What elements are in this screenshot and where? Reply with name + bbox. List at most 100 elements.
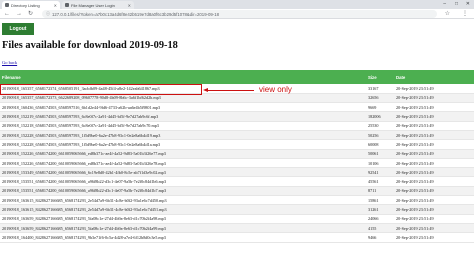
file-date: 20-Sep-2019 23:51:49	[394, 102, 474, 113]
file-size: 15861	[366, 195, 394, 206]
table-row: 20190918_153551_6568174200_6610059065666…	[0, 186, 474, 197]
page-title: Files available for download 2019-09-18	[2, 40, 178, 51]
table-row: 20190918_152218_6568174503_6568597593_6c…	[0, 121, 474, 132]
file-link[interactable]: 20190918_164400_8428627166685_6568174293…	[0, 232, 366, 243]
file-date: 20-Sep-2019 23:51:49	[394, 204, 474, 215]
file-link[interactable]: 20190918_153551_6568174200_6610059065666…	[0, 186, 366, 197]
file-link[interactable]: 20190918_152226_6568174200_6610059065666…	[0, 158, 366, 169]
file-size: 50061	[366, 149, 394, 159]
table-row: 20190918_160436_6568174503_6568597516_6b…	[0, 102, 474, 113]
file-date: 20-Sep-2019 23:51:49	[394, 93, 474, 104]
url-text: 127.0.0.1/files/?token=a7b0c13a4d6f8e42b…	[52, 11, 220, 17]
file-link[interactable]: 20190918_152226_6568174200_6610059065666…	[0, 149, 366, 159]
table-row: 20190918_153551_6568174200_6610059065666…	[0, 176, 474, 187]
column-header-size[interactable]: Size	[366, 70, 394, 84]
maximize-icon[interactable]: □	[455, 1, 458, 7]
table-row: 20190918_163659_8428627166685_6568174293…	[0, 214, 474, 224]
file-size: 24066	[366, 214, 394, 224]
table-row: 20190918_153349_6568174200_6610059065666…	[0, 167, 474, 178]
go-back-link[interactable]: Go back	[2, 60, 17, 65]
column-header-date[interactable]: Date	[394, 70, 474, 84]
tab-title: Directory Listing	[11, 2, 40, 8]
file-date: 20-Sep-2019 23:51:49	[394, 84, 474, 94]
table-row: 20190918_165357_6568172374_6568505191_3a…	[0, 84, 474, 94]
minimize-icon[interactable]: –	[443, 1, 446, 7]
close-icon[interactable]: ✕	[128, 3, 131, 8]
file-date: 20-Sep-2019 23:51:49	[394, 149, 474, 159]
page-favicon-icon	[65, 3, 69, 7]
file-link[interactable]: 20190918_153349_6568174200_6610059065666…	[0, 167, 366, 178]
file-link[interactable]: 20190918_163615_8428627166685_6568174293…	[0, 204, 366, 215]
tab-title: File Manager User Login	[71, 2, 115, 8]
file-date: 20-Sep-2019 23:51:49	[394, 232, 474, 243]
file-date: 20-Sep-2019 23:51:49	[394, 121, 474, 132]
logout-button[interactable]: Logout	[2, 23, 34, 35]
file-size: 9669	[366, 102, 394, 113]
bookmark-star-icon[interactable]: ☆	[445, 10, 450, 18]
file-date: 20-Sep-2019 23:51:49	[394, 158, 474, 169]
table-row: 20190918_152228_6568174503_6568597593_1f…	[0, 139, 474, 150]
file-link[interactable]: 20190918_152219_6568174503_6568597593_6c…	[0, 111, 366, 122]
window-close-icon[interactable]: ✕	[466, 1, 470, 7]
tab-file-manager-login[interactable]: File Manager User Login ✕	[62, 1, 134, 9]
browser-toolbar: ← → ↻ ⓘ 127.0.0.1/files/?token=a7b0c13a4…	[0, 9, 474, 19]
table-row: 20190918_152228_6568174503_6568597593_1f…	[0, 130, 474, 141]
table-row: 20190918_164400_8428627166685_6568174293…	[0, 232, 474, 243]
file-link[interactable]: 20190918_152218_6568174503_6568597593_6c…	[0, 121, 366, 132]
arrow-left-icon	[203, 88, 208, 92]
file-link[interactable]: 20190918_152228_6568174503_6568597593_1f…	[0, 139, 366, 150]
forward-arrow-icon[interactable]: →	[16, 10, 22, 18]
reload-icon[interactable]: ↻	[28, 10, 33, 18]
file-size: 10106	[366, 158, 394, 169]
browser-menu-icon[interactable]: ⋮	[462, 10, 468, 18]
file-date: 20-Sep-2019 23:51:49	[394, 139, 474, 150]
file-date: 20-Sep-2019 23:51:49	[394, 214, 474, 224]
address-bar[interactable]: ⓘ 127.0.0.1/files/?token=a7b0c13a4d6f8e4…	[42, 10, 437, 18]
files-table: Filename Size Date 20190918_165357_65681…	[0, 70, 474, 243]
file-link[interactable]: 20190918_165357_6568172373_6622689208_09…	[0, 93, 366, 104]
file-date: 20-Sep-2019 23:51:49	[394, 176, 474, 187]
file-link[interactable]: 20190918_153551_6568174200_6610059065666…	[0, 176, 366, 187]
annotation-arrow	[206, 90, 254, 91]
file-link[interactable]: 20190918_163659_8428627166685_6568174293…	[0, 214, 366, 224]
table-row: 20190918_163615_8428627166685_6568174293…	[0, 195, 474, 206]
file-link[interactable]: 20190918_163615_8428627166685_6568174293…	[0, 195, 366, 206]
file-date: 20-Sep-2019 23:51:49	[394, 130, 474, 141]
table-row: 20190918_152219_6568174503_6568597593_6c…	[0, 111, 474, 122]
table-header-row: Filename Size Date	[0, 70, 474, 84]
file-size: 9466	[366, 232, 394, 243]
file-size: 25530	[366, 121, 394, 132]
file-link[interactable]: 20190918_163659_8428627166685_6568174293…	[0, 223, 366, 234]
file-date: 20-Sep-2019 23:51:49	[394, 111, 474, 122]
file-size: 60008	[366, 139, 394, 150]
info-icon[interactable]: ⓘ	[46, 11, 50, 17]
table-row: 20190918_165357_6568172373_6622689208_09…	[0, 93, 474, 104]
file-size: 45561	[366, 176, 394, 187]
tab-directory-listing[interactable]: Directory Listing ✕	[2, 1, 60, 9]
close-icon[interactable]: ✕	[54, 3, 57, 8]
file-link[interactable]: 20190918_152228_6568174503_6568597593_1f…	[0, 130, 366, 141]
file-size: 33167	[366, 84, 394, 94]
column-header-filename[interactable]: Filename	[0, 70, 366, 84]
file-date: 20-Sep-2019 23:51:49	[394, 195, 474, 206]
table-row: 20190918_152226_6568174200_6610059065666…	[0, 158, 474, 169]
file-size: 182006	[366, 111, 394, 122]
page-favicon-icon	[5, 3, 9, 7]
table-row: 20190918_163659_8428627166685_6568174293…	[0, 223, 474, 234]
file-date: 20-Sep-2019 23:51:49	[394, 223, 474, 234]
file-size: 31261	[366, 204, 394, 215]
view-only-annotation: view only	[259, 85, 292, 94]
file-date: 20-Sep-2019 23:51:49	[394, 167, 474, 178]
table-row: 20190918_163615_8428627166685_6568174293…	[0, 204, 474, 215]
file-link[interactable]: 20190918_160436_6568174503_6568597516_6b…	[0, 102, 366, 113]
file-date: 20-Sep-2019 23:51:49	[394, 186, 474, 197]
file-size: 8711	[366, 186, 394, 197]
file-link[interactable]: 20190918_165357_6568172374_6568505191_3a…	[0, 84, 366, 94]
file-size: 32656	[366, 93, 394, 104]
file-size: 50256	[366, 130, 394, 141]
back-arrow-icon[interactable]: ←	[4, 10, 10, 18]
file-size: 92541	[366, 167, 394, 178]
file-size: 4155	[366, 223, 394, 234]
browser-tab-bar: Directory Listing ✕ File Manager User Lo…	[0, 0, 474, 9]
table-row: 20190918_152226_6568174200_6610059065666…	[0, 149, 474, 159]
